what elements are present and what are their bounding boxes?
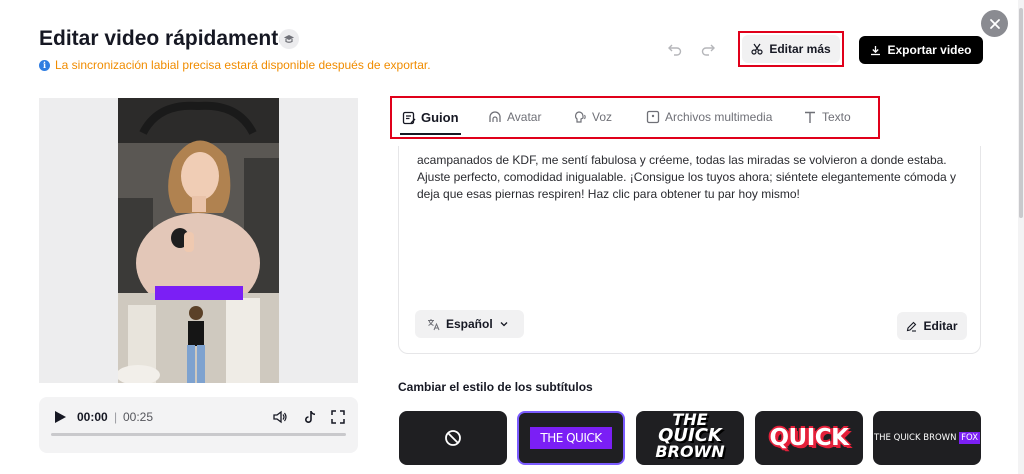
- notice-text: La sincronización labial precisa estará …: [55, 58, 431, 72]
- export-video-label: Exportar video: [887, 43, 972, 57]
- play-icon[interactable]: [53, 410, 67, 424]
- media-icon: [646, 110, 660, 124]
- avatar-icon: [489, 111, 501, 122]
- dialog-title: Editar video rápidamente: [39, 27, 290, 50]
- tab-media-label: Archivos multimedia: [665, 110, 773, 124]
- quick-edit-dialog: Editar video rápidamente i La sincroniza…: [0, 0, 1024, 474]
- language-label: Español: [446, 317, 493, 331]
- tab-avatar-label: Avatar: [507, 110, 542, 124]
- language-selector[interactable]: Español: [415, 310, 524, 338]
- scrollbar-thumb[interactable]: [1019, 8, 1023, 218]
- broll-video-frame: [118, 293, 279, 383]
- tab-text-label: Texto: [822, 110, 851, 124]
- style-preview-text: THE QUICK BROWN FOX: [873, 432, 981, 444]
- video-preview[interactable]: [39, 98, 358, 383]
- text-icon: [805, 111, 815, 123]
- edit-script-label: Editar: [923, 319, 958, 333]
- export-video-button[interactable]: Exportar video: [859, 36, 983, 64]
- tab-text[interactable]: Texto: [803, 110, 851, 124]
- style-preview-text: THE QUICK: [530, 427, 612, 449]
- lipsync-notice: i La sincronización labial precisa estar…: [39, 58, 431, 72]
- voice-icon: [575, 111, 586, 123]
- subtitle-overlay: [155, 286, 243, 300]
- tab-voice-label: Voz: [592, 110, 613, 124]
- subtitle-style-stacked[interactable]: THE QUICK BROWN: [636, 411, 744, 465]
- subtitle-style-red-outline[interactable]: QUICK: [755, 411, 863, 465]
- script-text[interactable]: acampanados de KDF, me sentí fabulosa y …: [417, 152, 967, 203]
- subtitle-style-highlight-word[interactable]: THE QUICK BROWN FOX: [873, 411, 981, 465]
- graduation-cap-icon[interactable]: [279, 29, 299, 49]
- chevron-down-icon: [500, 322, 508, 327]
- subtitle-style-none[interactable]: [399, 411, 507, 465]
- tab-script-label: Guion: [421, 110, 459, 125]
- video-player-controls: 00:00 | 00:25: [39, 397, 358, 453]
- time-separator: |: [114, 410, 118, 424]
- tab-script[interactable]: Guion: [402, 110, 459, 125]
- style-preview-stack: THE QUICK BROWN: [655, 412, 725, 461]
- close-icon: [989, 18, 1000, 29]
- tab-avatar[interactable]: Avatar: [488, 110, 541, 124]
- download-icon: [871, 45, 881, 55]
- close-button[interactable]: [981, 10, 1008, 37]
- volume-icon[interactable]: [272, 409, 288, 425]
- info-icon: i: [39, 59, 50, 71]
- style-preview-words: THE QUICK BROWN: [873, 433, 957, 443]
- scissors-icon: [751, 43, 763, 55]
- current-time: 00:00: [77, 410, 108, 424]
- fullscreen-icon[interactable]: [330, 409, 346, 425]
- duration: 00:25: [123, 410, 154, 424]
- translate-icon: [428, 318, 440, 330]
- script-editor: acampanados de KDF, me sentí fabulosa y …: [398, 146, 981, 354]
- playback-progress[interactable]: [51, 433, 346, 436]
- stack-line: BROWN: [655, 442, 725, 461]
- subtitle-style-title: Cambiar el estilo de los subtítulos: [398, 380, 593, 394]
- subtitle-style-purple-box[interactable]: THE QUICK: [517, 411, 625, 465]
- style-preview-highlight: FOX: [959, 432, 981, 444]
- tiktok-icon[interactable]: [302, 409, 318, 425]
- redo-icon[interactable]: [700, 41, 716, 57]
- tab-voice[interactable]: Voz: [573, 110, 612, 124]
- script-icon: [402, 111, 416, 124]
- no-style-icon: [445, 430, 461, 446]
- style-preview-text: QUICK: [769, 425, 850, 451]
- edit-more-label: Editar más: [769, 42, 831, 56]
- tab-media[interactable]: Archivos multimedia: [646, 110, 772, 124]
- avatar-video-frame: [118, 98, 279, 293]
- editor-tabs: Guion Avatar Voz Archivos multimedia Tex…: [390, 96, 880, 139]
- edit-more-button[interactable]: Editar más: [742, 35, 840, 63]
- active-tab-indicator: [400, 133, 461, 135]
- scrollbar[interactable]: [1018, 0, 1024, 474]
- pencil-icon: [907, 321, 917, 332]
- edit-script-button[interactable]: Editar: [897, 312, 967, 340]
- undo-icon[interactable]: [667, 41, 683, 57]
